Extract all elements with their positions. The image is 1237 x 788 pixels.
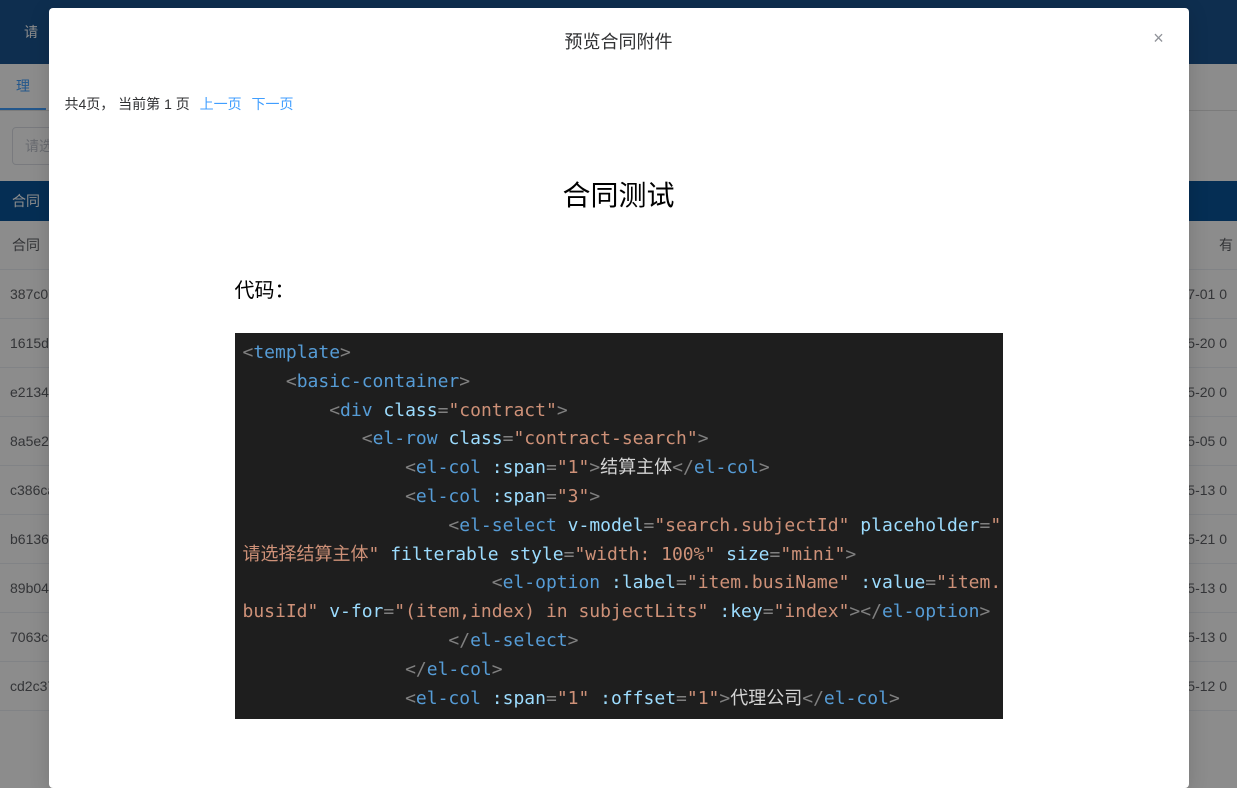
code-line: <el-col :span="1" :offset="1">代理公司</el-c… [243,685,995,714]
code-line: </el-col> [243,656,995,685]
code-snippet: <template> <basic-container> <div class=… [235,333,1003,719]
prev-page-link[interactable]: 上一页 [200,96,242,112]
pagination-info: 共4页， 当前第 1 页 上一页 下一页 [65,74,1173,114]
section-label: 代码： [235,274,1173,303]
code-line: <basic-container> [243,368,995,397]
preview-modal: 预览合同附件 × 共4页， 当前第 1 页 上一页 下一页 合同测试 代码： <… [49,8,1189,788]
code-line: <el-col :span="3"> [243,483,995,512]
modal-overlay: 预览合同附件 × 共4页， 当前第 1 页 上一页 下一页 合同测试 代码： <… [0,0,1237,788]
document-preview: 合同测试 代码： <template> <basic-container> <d… [65,174,1173,719]
code-line: <el-row class="contract-search"> [243,425,995,454]
code-line: <div class="contract"> [243,397,995,426]
code-line: <el-select v-model="search.subjectId" pl… [243,512,995,541]
close-icon[interactable]: × [1149,28,1169,48]
code-line: <el-option :label="item.busiName" :value… [243,569,995,598]
next-page-link[interactable]: 下一页 [252,96,294,112]
modal-body: 共4页， 当前第 1 页 上一页 下一页 合同测试 代码： <template>… [49,74,1189,739]
modal-header: 预览合同附件 × [49,8,1189,74]
code-line: 请选择结算主体" filterable style="width: 100%" … [243,541,995,570]
modal-title: 预览合同附件 [565,28,673,54]
code-line: <el-col :span="1">结算主体</el-col> [243,454,995,483]
code-line: </el-select> [243,627,995,656]
document-title: 合同测试 [65,174,1173,214]
code-line: busiId" v-for="(item,index) in subjectLi… [243,598,995,627]
pagination-text: 共4页， 当前第 1 页 [65,96,190,112]
code-line: <template> [243,339,995,368]
